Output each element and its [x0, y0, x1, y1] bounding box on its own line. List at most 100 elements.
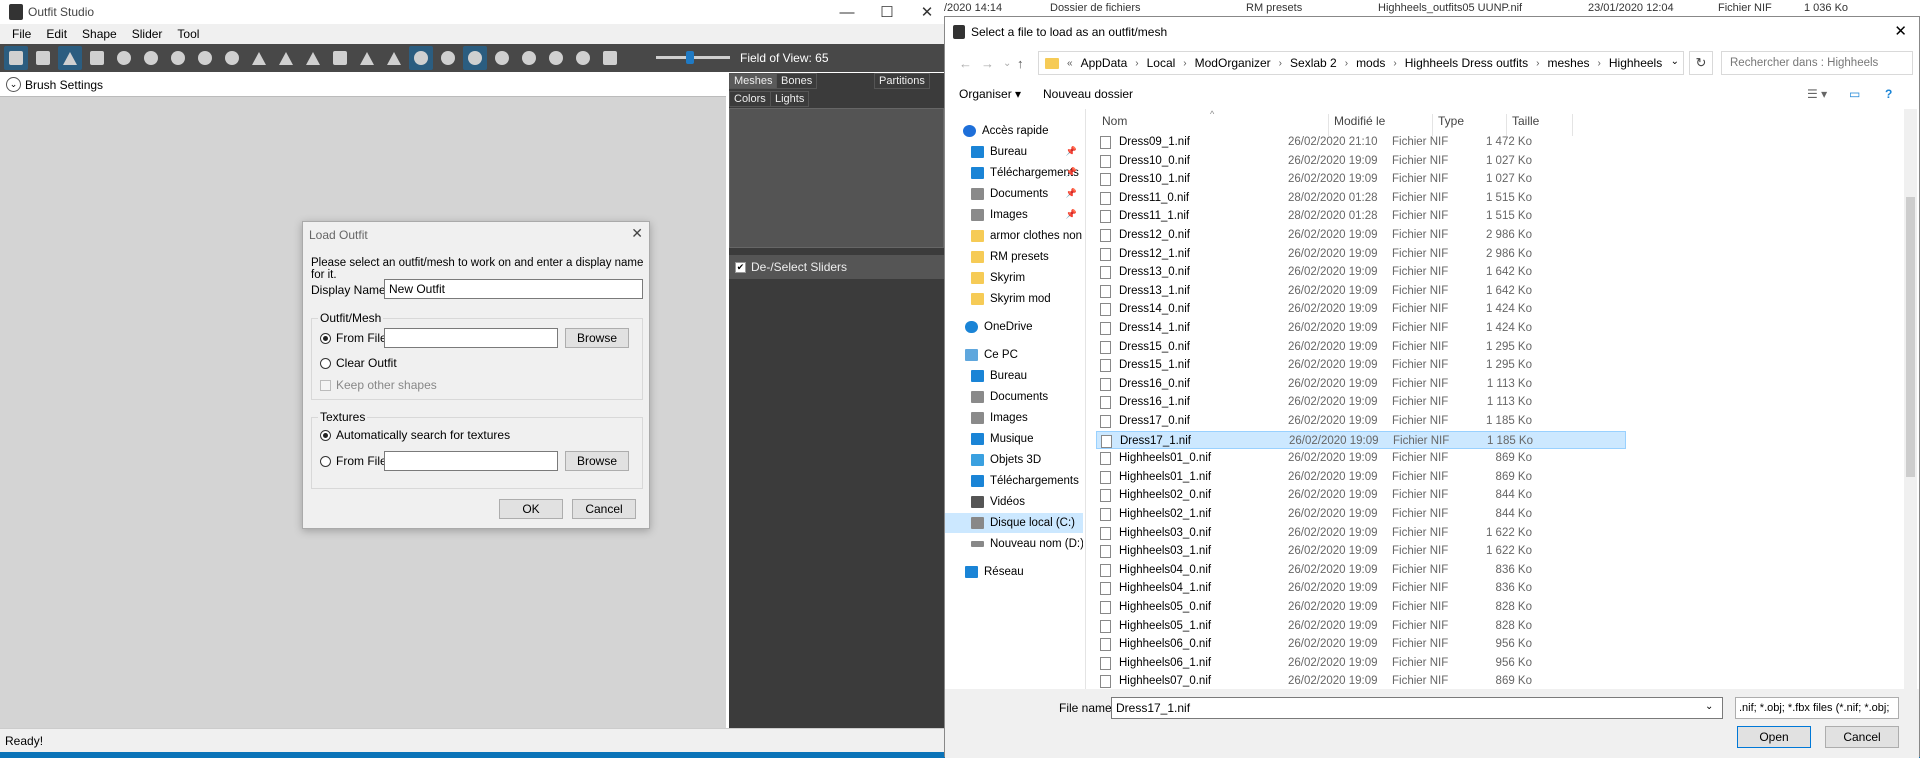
table-row[interactable]: Dress17_0.nif 26/02/2020 19:09 Fichier NIF… — [1096, 412, 1626, 431]
sidebar-item-skyrim[interactable]: Skyrim — [945, 268, 1083, 288]
front-view-icon[interactable] — [490, 46, 514, 70]
table-row[interactable]: Dress09_1.nif 26/02/2020 21:10 Fichier NIF… — [1096, 133, 1626, 152]
sidebar-item-bureau[interactable]: Bureau 📌 — [945, 142, 1083, 162]
forward-arrow-icon[interactable]: → — [981, 56, 994, 71]
breadcrumb-overflow[interactable]: « — [1063, 58, 1077, 69]
sidebar-item-disque-d[interactable]: Nouveau nom (D:) — [945, 534, 1083, 554]
display-name-input[interactable] — [384, 279, 643, 299]
perspective-cube-icon[interactable] — [598, 46, 622, 70]
auto-search-radio[interactable]: Automatically search for textures — [320, 428, 510, 442]
chevron-down-icon[interactable]: ⌄ — [1705, 701, 1713, 712]
sidebar-item-images-pc[interactable]: Images — [945, 408, 1083, 428]
table-row[interactable]: Highheels03_0.nif 26/02/2020 19:09 Fichier… — [1096, 524, 1626, 543]
sidebar-item-telechargements[interactable]: Téléchargements 📌 — [945, 163, 1083, 183]
table-row[interactable]: Dress10_1.nif 26/02/2020 19:09 Fichier NIF… — [1096, 170, 1626, 189]
sidebar-item-images[interactable]: Images 📌 — [945, 205, 1083, 225]
inflate-brush-icon[interactable] — [112, 46, 136, 70]
tab-meshes[interactable]: Meshes — [729, 73, 778, 89]
preview-pane-icon[interactable]: ▭ — [1849, 87, 1860, 101]
menu-edit[interactable]: Edit — [46, 27, 67, 41]
file-type-select[interactable]: .nif; *.obj; *.fbx files (*.nif; *.obj; — [1735, 697, 1899, 719]
back-arrow-icon[interactable]: ← — [959, 56, 972, 71]
sidebar-item-ce-pc[interactable]: Ce PC — [945, 345, 1083, 365]
table-row[interactable]: Highheels04_1.nif 26/02/2020 19:09 Fichier… — [1096, 579, 1626, 598]
sliders-checkbox[interactable]: ✔ — [735, 261, 746, 273]
breadcrumb-local[interactable]: Local — [1147, 56, 1176, 70]
up-arrow-icon[interactable]: ↑ — [1017, 56, 1024, 71]
refresh-icon[interactable]: ↻ — [1689, 51, 1713, 75]
sidebar-item-documents[interactable]: Documents 📌 — [945, 184, 1083, 204]
recent-chevron-icon[interactable]: ⌄ — [1003, 58, 1011, 69]
sidebar-item-armor-clothes[interactable]: armor clothes non l — [945, 226, 1083, 246]
table-row[interactable]: Highheels06_0.nif 26/02/2020 19:09 Fichier… — [1096, 635, 1626, 654]
table-row[interactable]: Dress14_0.nif 26/02/2020 19:09 Fichier NIF… — [1096, 300, 1626, 319]
close-icon[interactable]: ✕ — [912, 2, 942, 22]
tab-colors[interactable]: Colors — [729, 91, 771, 107]
symmetry-x-icon[interactable] — [409, 46, 433, 70]
sidebar-item-bureau-pc[interactable]: Bureau — [945, 366, 1083, 386]
sidebar-item-musique[interactable]: Musique — [945, 429, 1083, 449]
cancel-button[interactable]: Cancel — [1825, 726, 1899, 748]
table-row[interactable]: Highheels04_0.nif 26/02/2020 19:09 Fichier… — [1096, 561, 1626, 580]
keep-other-shapes-checkbox[interactable]: Keep other shapes — [320, 378, 437, 392]
sidebar-item-reseau[interactable]: Réseau — [945, 562, 1083, 582]
outfit-file-input[interactable] — [384, 328, 558, 348]
table-row[interactable]: Highheels05_0.nif 26/02/2020 19:09 Fichier… — [1096, 598, 1626, 617]
table-row[interactable]: Highheels05_1.nif 26/02/2020 19:09 Fichier… — [1096, 617, 1626, 636]
texture-file-input[interactable] — [384, 451, 558, 471]
table-row[interactable]: Dress15_0.nif 26/02/2020 19:09 Fichier NIF… — [1096, 338, 1626, 357]
browse-texture-button[interactable]: Browse — [565, 451, 629, 471]
table-row[interactable]: Highheels01_1.nif 26/02/2020 19:09 Fichier… — [1096, 468, 1626, 487]
table-row[interactable]: Dress10_0.nif 26/02/2020 19:09 Fichier NIF… — [1096, 152, 1626, 171]
file-name-input[interactable]: Dress17_1.nif — [1111, 697, 1723, 719]
sidebar-item-onedrive[interactable]: OneDrive — [945, 317, 1083, 337]
sliders-header[interactable]: ✔ De-/Select Sliders — [729, 255, 944, 279]
organize-button[interactable]: Organiser ▾ — [959, 87, 1021, 101]
table-row[interactable]: Dress14_1.nif 26/02/2020 19:09 Fichier NIF… — [1096, 319, 1626, 338]
sidebar-item-rm-presets[interactable]: RM presets — [945, 247, 1083, 267]
pivot-icon[interactable] — [355, 46, 379, 70]
new-folder-button[interactable]: Nouveau dossier — [1043, 87, 1133, 101]
texture-from-file-radio[interactable]: From File — [320, 454, 387, 468]
table-row[interactable]: Dress16_1.nif 26/02/2020 19:09 Fichier NIF… — [1096, 393, 1626, 412]
load-reference-icon[interactable] — [4, 46, 28, 70]
view-options-icon[interactable]: ☰ ▾ — [1807, 87, 1827, 101]
symmetry-z-icon[interactable] — [463, 46, 487, 70]
table-row[interactable]: Dress13_1.nif 26/02/2020 19:09 Fichier NIF… — [1096, 282, 1626, 301]
select-brush-icon[interactable] — [58, 46, 82, 70]
deflate-brush-icon[interactable] — [139, 46, 163, 70]
table-row[interactable]: Dress17_1.nif 26/02/2020 19:09 Fichier NIF… — [1096, 430, 1626, 450]
search-input[interactable]: Rechercher dans : Highheels — [1721, 51, 1913, 75]
sidebar-item-videos[interactable]: Vidéos — [945, 492, 1083, 512]
close-icon[interactable]: ✕ — [631, 225, 643, 242]
color-brush-icon[interactable] — [274, 46, 298, 70]
maximize-icon[interactable]: ☐ — [872, 2, 902, 22]
back-view-icon[interactable] — [517, 46, 541, 70]
cancel-button[interactable]: Cancel — [572, 499, 636, 519]
sidebar-item-skyrim-mod[interactable]: Skyrim mod — [945, 289, 1083, 309]
help-icon[interactable]: ? — [1885, 87, 1892, 101]
table-row[interactable]: Dress12_0.nif 26/02/2020 19:09 Fichier NIF… — [1096, 226, 1626, 245]
menu-tool[interactable]: Tool — [177, 27, 199, 41]
breadcrumb-modorganizer[interactable]: ModOrganizer — [1195, 56, 1271, 70]
table-row[interactable]: Dress13_0.nif 26/02/2020 19:09 Fichier NIF… — [1096, 263, 1626, 282]
table-row[interactable]: Highheels01_0.nif 26/02/2020 19:09 Fichier… — [1096, 449, 1626, 468]
weight-brush-icon[interactable] — [247, 46, 271, 70]
table-row[interactable]: Dress15_1.nif 26/02/2020 19:09 Fichier NIF… — [1096, 356, 1626, 375]
breadcrumb-appdata[interactable]: AppData — [1081, 56, 1128, 70]
open-button[interactable]: Open — [1737, 726, 1811, 748]
close-icon[interactable]: ✕ — [1894, 22, 1907, 40]
scrollbar-thumb[interactable] — [1906, 197, 1915, 477]
table-row[interactable]: Highheels06_1.nif 26/02/2020 19:09 Fichier… — [1096, 654, 1626, 673]
mask-brush-icon[interactable] — [85, 46, 109, 70]
breadcrumb-mods[interactable]: mods — [1356, 56, 1385, 70]
address-bar[interactable]: « AppData › Local › ModOrganizer › Sexlab 2… — [1038, 51, 1684, 75]
minimize-icon[interactable]: — — [832, 2, 862, 22]
sidebar-item-documents-pc[interactable]: Documents — [945, 387, 1083, 407]
menu-shape[interactable]: Shape — [82, 27, 117, 41]
transform-icon[interactable] — [328, 46, 352, 70]
right-view-icon[interactable] — [571, 46, 595, 70]
table-row[interactable]: Dress16_0.nif 26/02/2020 19:09 Fichier NIF… — [1096, 375, 1626, 394]
tab-bones[interactable]: Bones — [776, 73, 818, 89]
vertex-edit-icon[interactable] — [382, 46, 406, 70]
